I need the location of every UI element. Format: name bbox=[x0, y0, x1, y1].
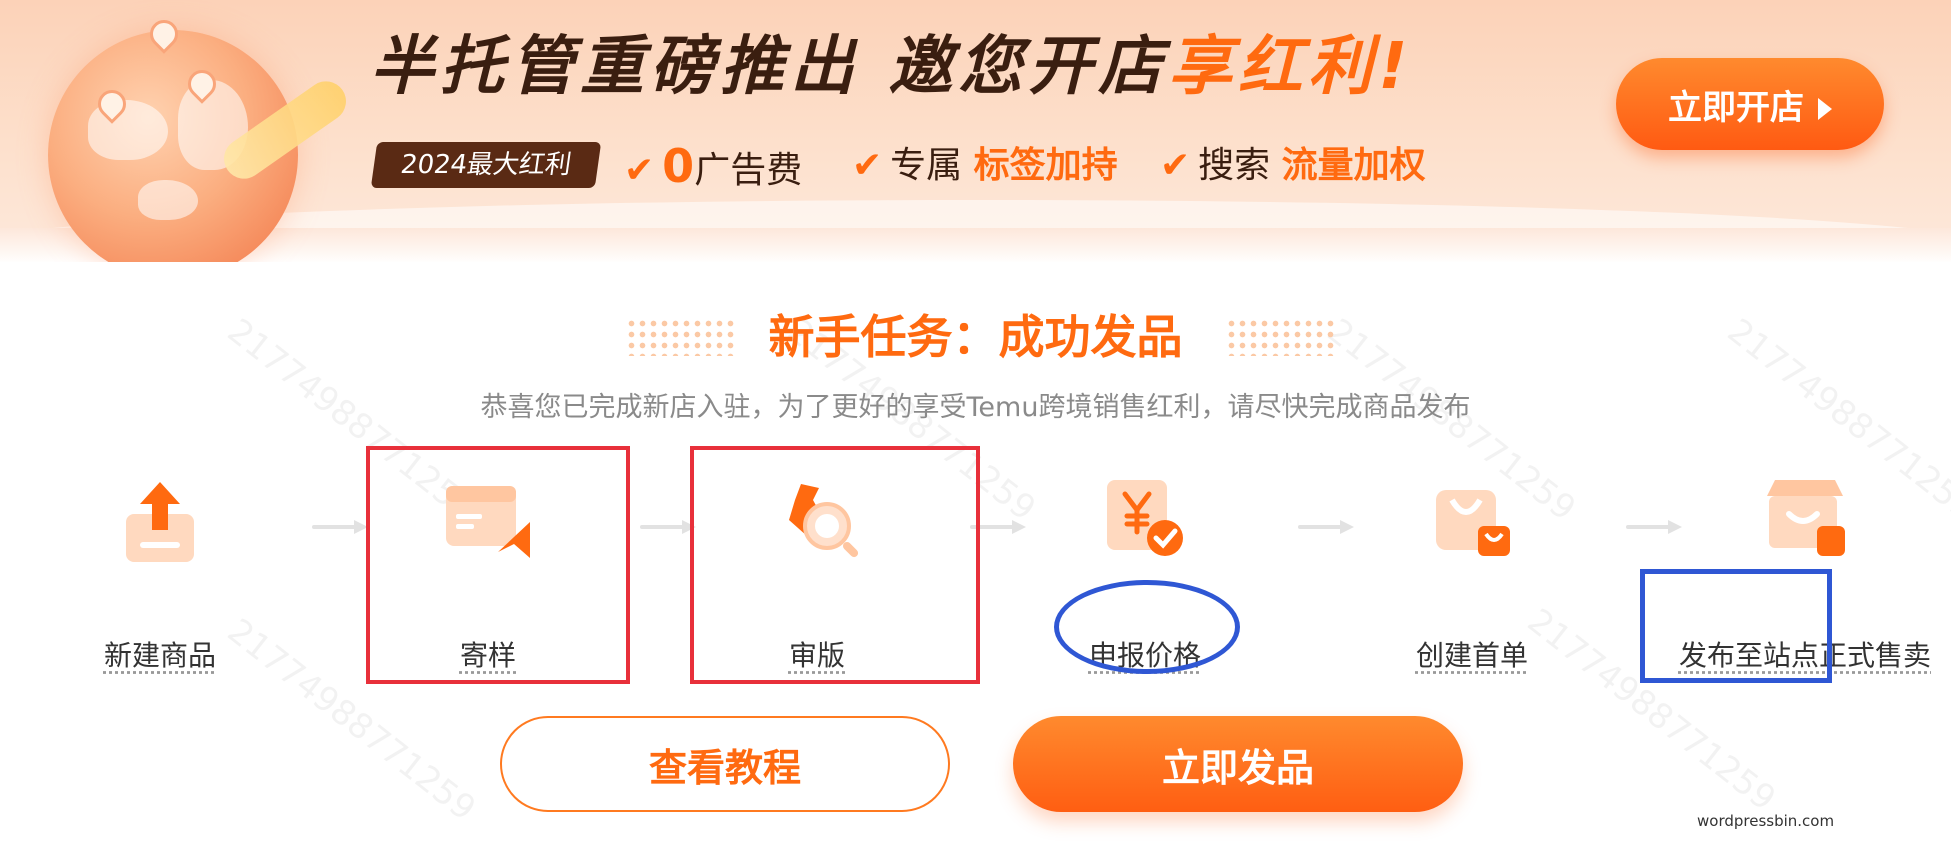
location-pin-icon bbox=[144, 14, 184, 54]
banner-bottom-fade bbox=[0, 228, 1951, 262]
check-icon: ✔ bbox=[852, 145, 883, 186]
check-icon: ✔ bbox=[624, 150, 655, 191]
shopping-bag-icon bbox=[1422, 470, 1522, 570]
check-icon: ✔ bbox=[1160, 145, 1191, 186]
step-label: 新建商品 bbox=[103, 639, 216, 672]
play-triangle-icon bbox=[1818, 98, 1832, 120]
upload-box-icon bbox=[110, 470, 210, 570]
price-declare-icon bbox=[1095, 470, 1195, 570]
banner-headline: 半托管重磅推出 邀您开店享红利! bbox=[370, 22, 1413, 112]
perk-prefix: 搜索 bbox=[1198, 145, 1271, 186]
annotation-red-box-sample bbox=[366, 446, 630, 684]
site-watermark: wordpressbin.com bbox=[1697, 812, 1835, 830]
headline-highlight: 享红利! bbox=[1168, 30, 1414, 104]
flow-arrow-icon bbox=[1298, 520, 1354, 534]
perk-traffic-boost: ✔ 搜索 流量加权 bbox=[1160, 138, 1426, 194]
perk-tag-support: ✔ 专属 标签加持 bbox=[852, 138, 1118, 194]
open-store-button[interactable]: 立即开店 bbox=[1616, 58, 1884, 150]
flow-arrow-icon bbox=[640, 520, 696, 534]
task-title: 新手任务：成功发品 bbox=[768, 310, 1183, 364]
perk-highlight: 流量加权 bbox=[1281, 145, 1426, 186]
open-store-label: 立即开店 bbox=[1668, 87, 1804, 128]
annotation-blue-ellipse-price bbox=[1054, 580, 1240, 674]
promo-banner: 半托管重磅推出 邀您开店享红利! 2024最大红利 ✔ 0广告费 ✔ 专属 标签加持… bbox=[0, 0, 1951, 262]
flow-arrow-icon bbox=[312, 520, 368, 534]
task-subtitle: 恭喜您已完成新店入驻，为了更好的享受Temu跨境销售红利，请尽快完成商品发布 bbox=[480, 392, 1471, 423]
storefront-icon bbox=[1755, 470, 1855, 570]
perk-number: 0 bbox=[662, 139, 695, 193]
bonus-badge: 2024最大红利 bbox=[370, 142, 602, 188]
annotation-blue-box-publish bbox=[1640, 569, 1832, 683]
perk-highlight: 标签加持 bbox=[973, 145, 1118, 186]
step-label: 创建首单 bbox=[1415, 639, 1528, 672]
view-tutorial-button[interactable]: 查看教程 bbox=[500, 716, 950, 812]
perk-ad-fee: ✔ 0广告费 bbox=[624, 138, 802, 194]
annotation-red-box-review bbox=[690, 446, 980, 684]
step-create-first-order[interactable]: 创建首单 bbox=[1352, 470, 1592, 674]
step-create-product[interactable]: 新建商品 bbox=[40, 470, 280, 674]
perk-prefix: 专属 bbox=[890, 145, 963, 186]
publish-product-button[interactable]: 立即发品 bbox=[1013, 716, 1463, 812]
headline-part-1: 半托管重磅推出 bbox=[370, 30, 860, 104]
headline-part-2: 邀您开店 bbox=[888, 30, 1169, 104]
perk-text: 广告费 bbox=[694, 150, 803, 191]
